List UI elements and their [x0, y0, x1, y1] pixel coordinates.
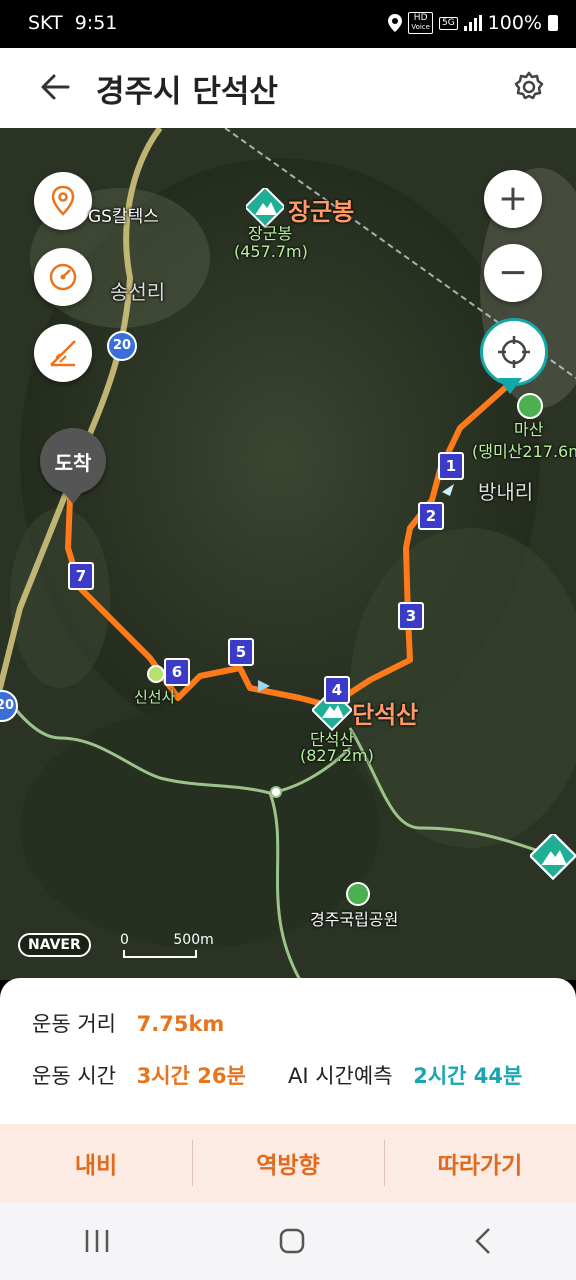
- label-janggunbong-small: 장군봉: [248, 224, 293, 243]
- naver-logo: NAVER: [18, 933, 91, 957]
- waypoint-3[interactable]: 3: [398, 602, 424, 630]
- status-bar: SKT 9:51 HD Voice 5G 100%: [0, 0, 576, 48]
- waypoint-2[interactable]: 2: [418, 502, 444, 530]
- signal-icon: [463, 15, 482, 31]
- system-nav-bar: [0, 1202, 576, 1280]
- zoom-in-button[interactable]: +: [484, 170, 542, 228]
- scale-label: 500m: [173, 932, 214, 948]
- distance-label: 운동 거리: [32, 1012, 116, 1036]
- minus-icon: −: [497, 252, 529, 293]
- carrier: SKT: [28, 12, 63, 34]
- scale-bar: 0 500m: [120, 932, 214, 958]
- waypoint-4[interactable]: 4: [324, 676, 350, 704]
- label-sinseonsa: 신선사: [134, 688, 176, 706]
- label-danseoksan-height: (827.2m): [300, 746, 374, 765]
- crosshair-icon: [498, 336, 530, 368]
- arrival-pin[interactable]: 도착: [40, 428, 106, 494]
- temple-dot: [147, 665, 165, 683]
- arrival-pointer-icon: [62, 490, 84, 504]
- label-masan-sub: (댕미산217.6m: [472, 442, 576, 461]
- page-title: 경주시 단석산: [96, 74, 278, 110]
- home-icon[interactable]: [278, 1227, 306, 1255]
- label-janggunbong: 장군봉: [288, 198, 355, 226]
- app-header: 경주시 단석산: [0, 48, 576, 128]
- ai-value: 2시간 44분: [413, 1064, 523, 1088]
- label-songseonri: 송선리: [110, 280, 166, 304]
- battery-icon: [548, 15, 558, 31]
- ai-row: AI 시간예측 2시간 44분: [288, 1060, 522, 1090]
- label-janggunbong-height: (457.7m): [234, 242, 308, 261]
- time-row: 운동 시간 3시간 26분: [32, 1060, 246, 1090]
- clock: 9:51: [74, 12, 118, 34]
- location-status-icon: [388, 14, 403, 32]
- hd-voice-icon: HD Voice: [408, 12, 433, 34]
- network-icon: 5G: [438, 16, 458, 30]
- map-view[interactable]: + − GS칼텍스 송선리 20 20 장군봉 장군봉 (457.7m) 마산 …: [0, 128, 576, 980]
- location-pointer-icon: [498, 378, 522, 394]
- time-label: 운동 시간: [32, 1064, 116, 1088]
- action-bar: 내비 역방향 따라가기: [0, 1124, 576, 1202]
- waypoint-7[interactable]: 7: [68, 562, 94, 590]
- current-location-button[interactable]: [480, 318, 548, 386]
- distance-row: 운동 거리 7.75km: [32, 1008, 224, 1038]
- reverse-button[interactable]: 역방향: [192, 1124, 384, 1202]
- ai-label: AI 시간예측: [288, 1064, 393, 1088]
- status-left: SKT 9:51: [28, 12, 117, 34]
- location-pin-button[interactable]: [34, 172, 92, 230]
- navi-button[interactable]: 내비: [0, 1124, 192, 1202]
- waypoint-1[interactable]: 1: [438, 452, 464, 480]
- follow-button[interactable]: 따라가기: [384, 1124, 576, 1202]
- road-20-badge: 20: [107, 331, 137, 361]
- zoom-out-button[interactable]: −: [484, 244, 542, 302]
- label-bangnaeri: 방내리: [478, 480, 534, 504]
- location-pin-icon: [51, 186, 75, 216]
- label-danseoksan: 단석산: [352, 701, 419, 729]
- status-right: HD Voice 5G 100%: [388, 12, 558, 34]
- waypoint-5[interactable]: 5: [228, 638, 254, 666]
- scale-zero: 0: [120, 932, 129, 948]
- back-nav-icon[interactable]: [473, 1227, 493, 1255]
- time-value: 3시간 26분: [136, 1064, 246, 1088]
- stats-panel: 운동 거리 7.75km 운동 시간 3시간 26분 AI 시간예측 2시간 4…: [0, 978, 576, 1124]
- gear-icon[interactable]: [512, 70, 546, 104]
- slope-button[interactable]: [34, 324, 92, 382]
- mountain-icon-edge: [530, 834, 576, 880]
- label-gs: GS칼텍스: [88, 207, 159, 227]
- back-arrow-icon[interactable]: [38, 70, 72, 104]
- speedometer-icon: [49, 263, 77, 291]
- battery-percent: 100%: [487, 12, 542, 34]
- park-dot: [346, 882, 370, 906]
- waypoint-6[interactable]: 6: [164, 658, 190, 686]
- label-park: 경주국립공원: [310, 910, 399, 929]
- distance-value: 7.75km: [136, 1012, 225, 1036]
- speedometer-button[interactable]: [34, 248, 92, 306]
- slope-icon: [50, 340, 76, 367]
- plus-icon: +: [497, 178, 529, 219]
- label-masan: 마산: [514, 420, 544, 439]
- recent-apps-icon[interactable]: [83, 1228, 111, 1254]
